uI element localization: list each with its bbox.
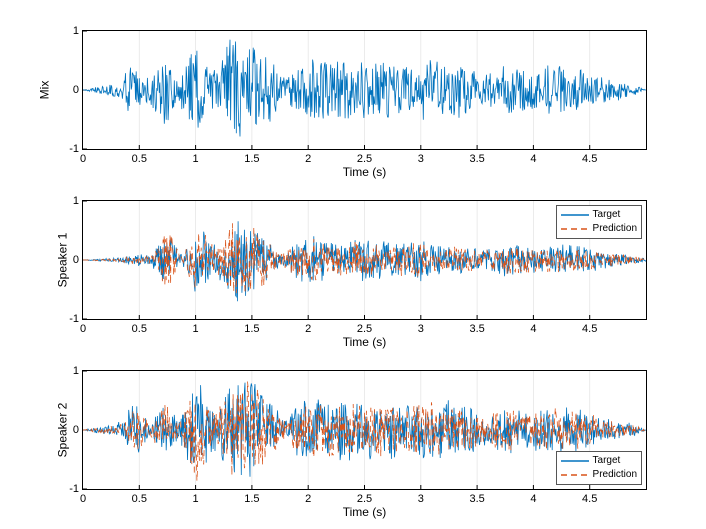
legend-label-prediction: Prediction	[593, 222, 637, 236]
xtick: 3.5	[469, 323, 484, 335]
xtick: 0	[80, 493, 86, 505]
legend-entry-prediction2: Prediction	[561, 468, 637, 482]
xtick: 2	[305, 493, 311, 505]
xtick: 1.5	[244, 493, 259, 505]
legend-entry-target: Target	[561, 208, 637, 222]
xtick: 1	[193, 323, 199, 335]
xtick: 1	[193, 153, 199, 165]
xlabel-sp1: Time (s)	[343, 335, 387, 349]
xtick: 0.5	[132, 153, 147, 165]
xlabel-mix: Time (s)	[343, 165, 387, 179]
xtick: 0.5	[132, 493, 147, 505]
legend-entry-prediction: Prediction	[561, 222, 637, 236]
subplot-speaker1: Speaker 1 Time (s) Target Prediction -10…	[82, 200, 647, 320]
xtick: 4.5	[582, 323, 597, 335]
xtick: 3.5	[469, 153, 484, 165]
ytick: -1	[59, 313, 79, 325]
xtick: 2.5	[357, 153, 372, 165]
subplot-speaker2: Speaker 2 Time (s) Target Prediction -10…	[82, 370, 647, 490]
xtick: 4	[530, 493, 536, 505]
legend-line-target-icon	[561, 210, 589, 220]
ytick: 1	[59, 365, 79, 377]
ytick: 0	[59, 424, 79, 436]
ytick: -1	[59, 483, 79, 495]
xtick: 0	[80, 153, 86, 165]
ytick: 0	[59, 254, 79, 266]
legend-label-prediction2: Prediction	[593, 468, 637, 482]
xtick: 3	[418, 323, 424, 335]
xtick: 0.5	[132, 323, 147, 335]
xtick: 1.5	[244, 323, 259, 335]
xtick: 3	[418, 153, 424, 165]
legend-line-pred2-icon	[561, 470, 589, 480]
ytick: 1	[59, 195, 79, 207]
legend-sp2: Target Prediction	[556, 451, 642, 485]
ytick: 1	[59, 25, 79, 37]
xtick: 4	[530, 153, 536, 165]
legend-label-target2: Target	[593, 454, 621, 468]
xtick: 4.5	[582, 153, 597, 165]
legend-sp1: Target Prediction	[556, 205, 642, 239]
xtick: 0	[80, 323, 86, 335]
legend-line-pred-icon	[561, 224, 589, 234]
xtick: 1	[193, 493, 199, 505]
legend-line-target2-icon	[561, 456, 589, 466]
figure: Mix Time (s) -10100.511.522.533.544.5 Sp…	[0, 0, 706, 529]
xtick: 2.5	[357, 323, 372, 335]
ylabel-mix: Mix	[37, 81, 51, 100]
xtick: 4.5	[582, 493, 597, 505]
xtick: 3	[418, 493, 424, 505]
xtick: 2	[305, 153, 311, 165]
xtick: 1.5	[244, 153, 259, 165]
ytick: -1	[59, 143, 79, 155]
subplot-mix: Mix Time (s) -10100.511.522.533.544.5	[82, 30, 647, 150]
plot-area	[83, 31, 646, 149]
legend-entry-target2: Target	[561, 454, 637, 468]
ytick: 0	[59, 84, 79, 96]
xtick: 2	[305, 323, 311, 335]
xlabel-sp2: Time (s)	[343, 505, 387, 519]
xtick: 3.5	[469, 493, 484, 505]
legend-label-target: Target	[593, 208, 621, 222]
xtick: 2.5	[357, 493, 372, 505]
xtick: 4	[530, 323, 536, 335]
